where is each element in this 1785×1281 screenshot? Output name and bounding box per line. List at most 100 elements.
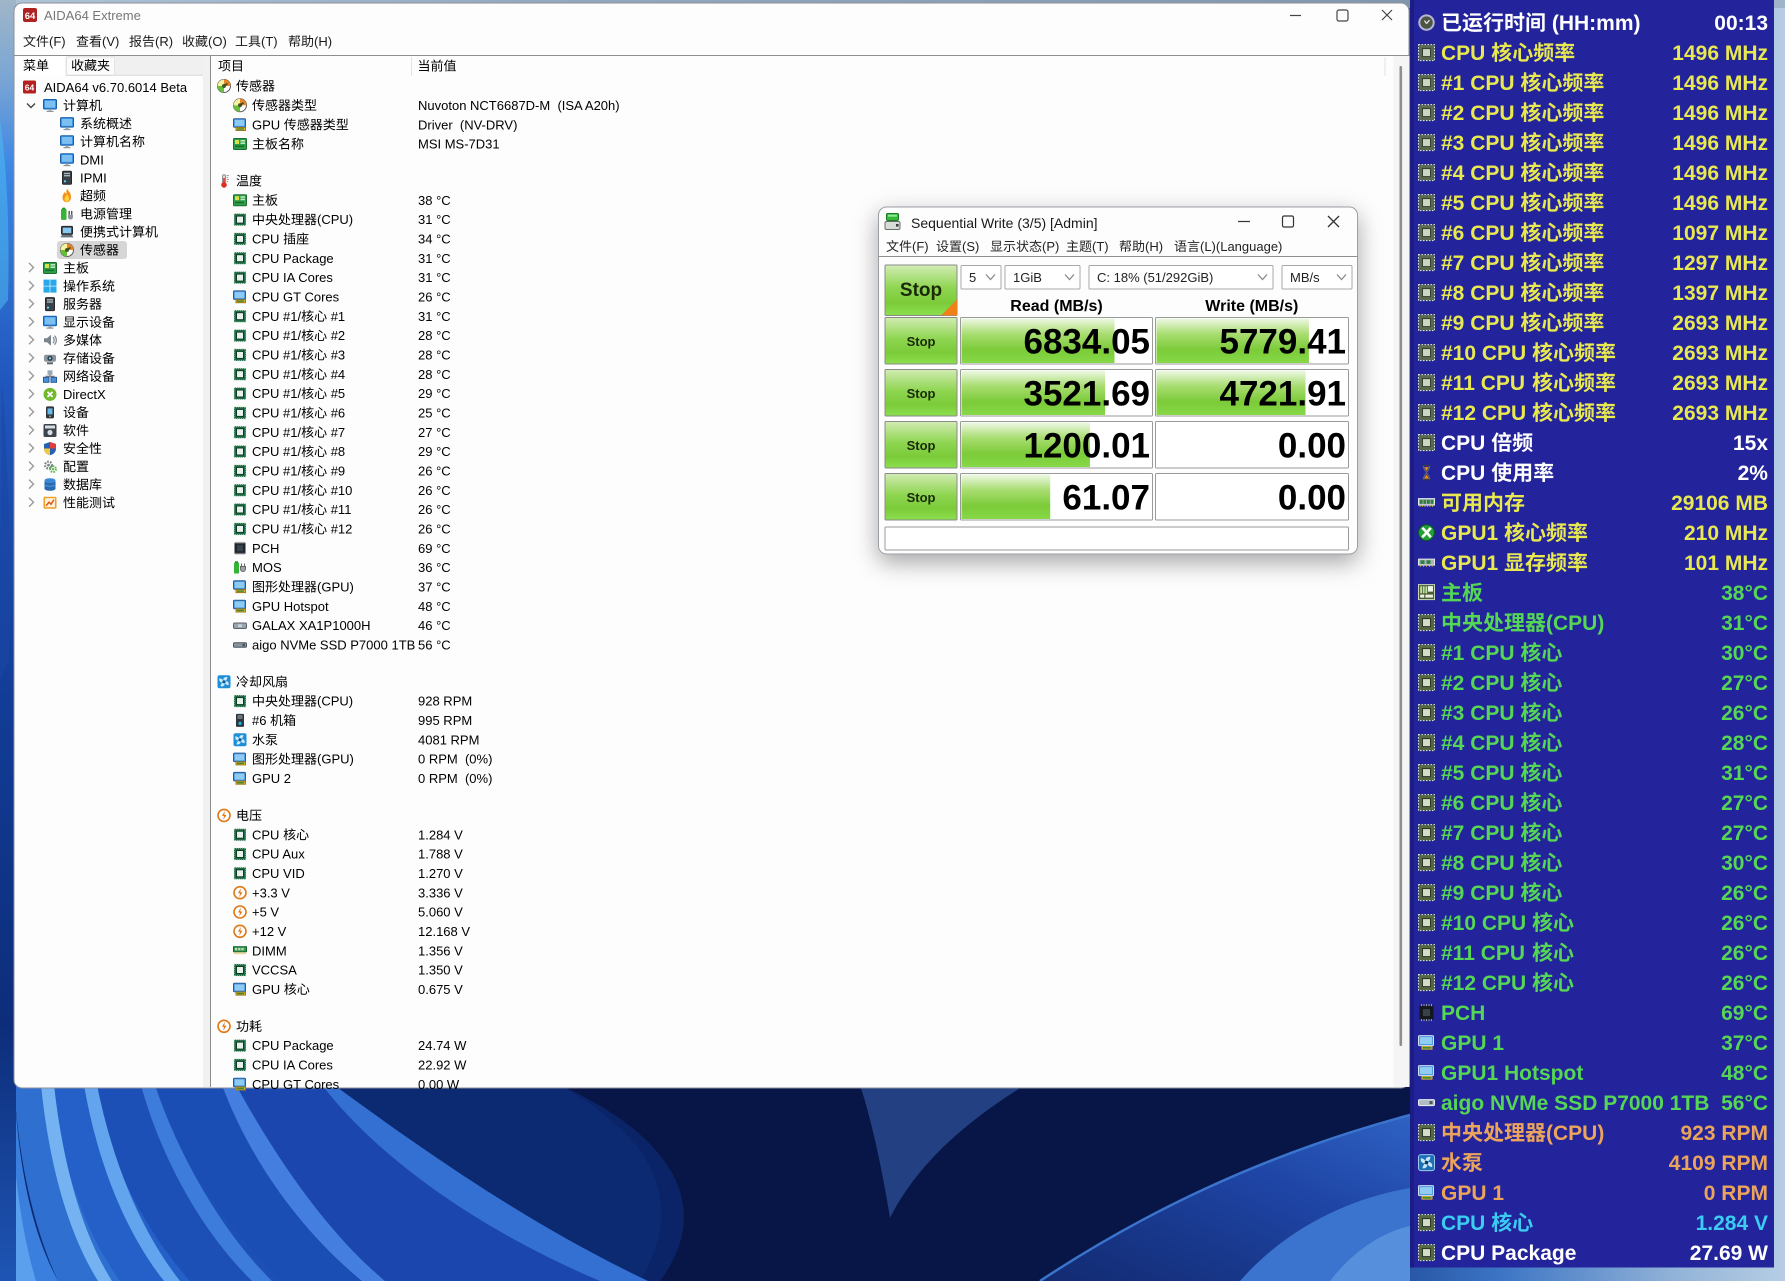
svg-text:CPU Package: CPU Package [1441,1242,1576,1265]
svg-text:CPU: CPU [1441,42,1491,65]
svg-text:29 °C: 29 °C [418,444,451,459]
svg-text:CPU Package: CPU Package [252,251,334,266]
svg-text:DMI: DMI [80,152,104,167]
svg-text:CPU #1/: CPU #1/ [252,328,302,343]
svg-text:#7 CPU: #7 CPU [1441,252,1520,275]
svg-text:26 °C: 26 °C [418,290,451,305]
svg-text:69°C: 69°C [1721,1002,1768,1025]
svg-text:28 °C: 28 °C [418,328,451,343]
svg-text:CPU #1/: CPU #1/ [252,502,302,517]
svg-text:15x: 15x [1733,432,1768,455]
svg-text:#6 CPU: #6 CPU [1441,792,1520,815]
svg-text:31 °C: 31 °C [418,251,451,266]
svg-text:27°C: 27°C [1721,822,1768,845]
svg-text:GPU 1: GPU 1 [1441,1032,1504,1055]
svg-text:101 MHz: 101 MHz [1684,552,1768,575]
svg-text:#12 CPU: #12 CPU [1441,972,1532,995]
svg-text:GPU1 Hotspot: GPU1 Hotspot [1441,1062,1583,1085]
svg-text:CPU #1/: CPU #1/ [252,522,302,537]
svg-text:46 °C: 46 °C [418,618,451,633]
svg-text:CPU IA Cores: CPU IA Cores [252,270,333,285]
svg-text:69 °C: 69 °C [418,541,451,556]
svg-text:56 °C: 56 °C [418,637,451,652]
svg-text:995 RPM: 995 RPM [418,713,472,728]
svg-text:GALAX XA1P1000H: GALAX XA1P1000H [252,618,371,633]
svg-text:#2: #2 [327,328,345,343]
svg-text:#4 CPU: #4 CPU [1441,732,1520,755]
svg-text:(L)(Language): (L)(Language) [1200,239,1282,254]
svg-text:27°C: 27°C [1721,672,1768,695]
svg-text:#6: #6 [327,406,345,421]
svg-text:0 RPM (0%): 0 RPM (0%) [418,771,492,786]
svg-text:1496 MHz: 1496 MHz [1672,102,1768,125]
svg-text:923 RPM: 923 RPM [1681,1122,1769,1145]
svg-text:(H): (H) [314,34,332,49]
svg-text:28 °C: 28 °C [418,348,451,363]
svg-text:31°C: 31°C [1721,612,1768,635]
svg-text:2693 MHz: 2693 MHz [1672,372,1768,395]
svg-text:+3.3 V: +3.3 V [252,885,290,900]
svg-text:CPU: CPU [1441,462,1491,485]
svg-text:GPU: GPU [252,982,284,997]
svg-text:CPU Package: CPU Package [252,1038,334,1053]
svg-text:(HH:mm): (HH:mm) [1546,12,1641,35]
svg-text:1496 MHz: 1496 MHz [1672,132,1768,155]
svg-text:#9 CPU: #9 CPU [1441,312,1520,335]
svg-text:0 RPM (0%): 0 RPM (0%) [418,752,492,767]
svg-text:Stop: Stop [900,280,942,301]
svg-text:#1 CPU: #1 CPU [1441,72,1520,95]
svg-text:28°C: 28°C [1721,732,1768,755]
svg-text:12.168 V: 12.168 V [418,924,470,939]
svg-text:(P): (P) [1042,239,1059,254]
svg-text:(CPU): (CPU) [1546,1122,1604,1145]
svg-text:GPU1: GPU1 [1441,522,1504,545]
svg-text:CPU #1/: CPU #1/ [252,309,302,324]
svg-text:aigo NVMe SSD P7000 1TB: aigo NVMe SSD P7000 1TB [1441,1092,1709,1115]
svg-text:3521.69: 3521.69 [1024,375,1151,414]
svg-text:#1 CPU: #1 CPU [1441,642,1520,665]
svg-text:#11 CPU: #11 CPU [1441,942,1531,965]
svg-text:(O): (O) [208,34,227,49]
svg-text:0.675 V: 0.675 V [418,982,463,997]
svg-text:22.92 W: 22.92 W [418,1058,467,1073]
svg-text:#10 CPU: #10 CPU [1441,912,1532,935]
svg-text:1397 MHz: 1397 MHz [1672,282,1768,305]
svg-text:#8 CPU: #8 CPU [1441,852,1520,875]
svg-text:#12 CPU: #12 CPU [1441,402,1532,425]
svg-text:2693 MHz: 2693 MHz [1672,312,1768,335]
svg-text:CPU #1/: CPU #1/ [252,386,302,401]
svg-text:Stop: Stop [907,386,936,401]
svg-text:0.00: 0.00 [1278,427,1346,466]
svg-text:27°C: 27°C [1721,792,1768,815]
svg-text:#6 CPU: #6 CPU [1441,222,1520,245]
svg-text:(CPU): (CPU) [1546,612,1604,635]
svg-text:GPU: GPU [252,117,284,132]
svg-text:(T): (T) [261,34,278,49]
svg-text:(F): (F) [912,239,929,254]
svg-text:64: 64 [25,83,35,93]
svg-text:48 °C: 48 °C [418,599,451,614]
svg-text:(S): (S) [962,239,979,254]
svg-text:(V): (V) [102,34,119,49]
svg-text:1097 MHz: 1097 MHz [1672,222,1768,245]
svg-text:38°C: 38°C [1721,582,1768,605]
svg-text:#7 CPU: #7 CPU [1441,822,1520,845]
svg-text:AIDA64 Extreme: AIDA64 Extreme [44,8,141,23]
svg-text:#7: #7 [327,425,345,440]
svg-text:Nuvoton NCT6687D-M (ISA A20h): Nuvoton NCT6687D-M (ISA A20h) [418,98,620,113]
svg-text:27 °C: 27 °C [418,425,451,440]
svg-text:1.356 V: 1.356 V [418,943,463,958]
svg-text:CPU VID: CPU VID [252,866,305,881]
svg-text:5.060 V: 5.060 V [418,905,463,920]
svg-text:#8: #8 [327,444,345,459]
svg-text:2%: 2% [1738,462,1769,485]
svg-text:PCH: PCH [252,541,279,556]
svg-text:#2 CPU: #2 CPU [1441,102,1520,125]
svg-text:#5: #5 [327,386,345,401]
svg-text:CPU #1/: CPU #1/ [252,348,302,363]
svg-text:26°C: 26°C [1721,942,1768,965]
svg-text:#3 CPU: #3 CPU [1441,132,1520,155]
svg-text:48°C: 48°C [1721,1062,1768,1085]
svg-text:#11: #11 [327,502,351,517]
svg-text:26°C: 26°C [1721,912,1768,935]
